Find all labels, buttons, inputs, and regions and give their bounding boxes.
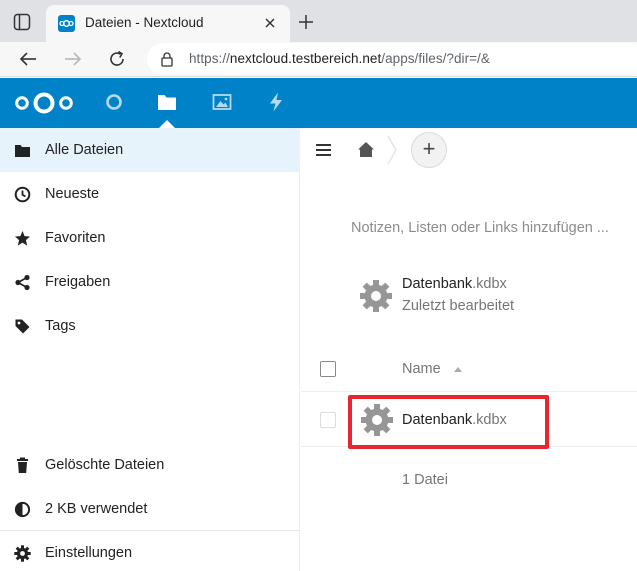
sort-ascending-icon — [454, 367, 462, 372]
sidebar-item-label: Favoriten — [45, 230, 106, 246]
breadcrumb-separator-icon — [387, 135, 397, 165]
file-basename: Datenbank — [402, 276, 473, 292]
nextcloud-logo-icon[interactable] — [13, 88, 75, 118]
file-list-header: Name — [301, 348, 637, 392]
file-extension: .kdbx — [472, 276, 507, 292]
quota-icon — [14, 501, 31, 518]
photos-icon[interactable] — [211, 91, 233, 113]
reload-icon[interactable] — [106, 48, 128, 70]
app-navigation: Alle Dateien Neueste Favoriten Freigaben… — [0, 128, 300, 571]
tag-icon — [15, 319, 30, 334]
trash-icon — [17, 457, 28, 473]
sidebar-item-quota: 2 KB verwendet — [0, 487, 300, 531]
column-header-name[interactable]: Name — [402, 361, 441, 377]
select-all-checkbox[interactable] — [320, 361, 336, 377]
new-tab-icon[interactable] — [297, 13, 315, 31]
active-app-indicator — [159, 120, 175, 128]
address-bar[interactable]: https://nextcloud.testbereich.net/apps/f… — [147, 43, 637, 75]
share-icon — [15, 274, 30, 291]
sidebar-item-label: Tags — [45, 318, 76, 334]
close-tab-icon[interactable] — [262, 15, 278, 31]
folder-icon — [15, 145, 30, 157]
tab-actions-icon[interactable] — [13, 13, 31, 31]
sidebar-item-label: Alle Dateien — [45, 142, 124, 158]
clock-icon — [14, 186, 31, 203]
back-arrow-icon[interactable] — [17, 48, 39, 70]
file-count-summary: 1 Datei — [402, 472, 448, 488]
activity-icon[interactable] — [265, 91, 287, 113]
home-icon[interactable] — [357, 141, 375, 158]
sidebar-item-favorites[interactable]: Favoriten — [0, 216, 300, 260]
row-checkbox[interactable] — [320, 412, 336, 428]
sidebar-item-label: Freigaben — [45, 274, 111, 290]
browser-tab[interactable]: Dateien - Nextcloud — [46, 5, 290, 42]
file-type-settings-icon — [360, 280, 392, 312]
dashboard-icon[interactable] — [103, 91, 125, 113]
lock-icon[interactable] — [159, 51, 175, 67]
add-new-button[interactable]: + — [411, 132, 447, 168]
url-text: https://nextcloud.testbereich.net/apps/f… — [189, 51, 490, 66]
recent-file-name: Datenbank.kdbx — [402, 276, 507, 292]
sidebar-item-deleted-files[interactable]: Gelöschte Dateien — [0, 443, 300, 487]
url-scheme: https:// — [189, 51, 230, 66]
forward-arrow-icon[interactable] — [62, 48, 84, 70]
sidebar-item-label: Neueste — [45, 186, 100, 202]
rich-workspace-placeholder[interactable]: Notizen, Listen oder Links hinzufügen ..… — [351, 220, 609, 236]
files-icon[interactable] — [156, 91, 178, 113]
sidebar-item-settings[interactable]: Einstellungen — [0, 531, 300, 571]
files-content: + Notizen, Listen oder Links hinzufügen … — [301, 128, 637, 571]
recent-file-subtitle: Zuletzt bearbeitet — [402, 298, 515, 314]
browser-toolbar: https://nextcloud.testbereich.net/apps/f… — [0, 42, 637, 77]
sidebar-item-recent[interactable]: Neueste — [0, 172, 300, 216]
browser-tab-strip: Dateien - Nextcloud — [0, 0, 637, 42]
plus-icon: + — [422, 136, 436, 161]
url-host: nextcloud.testbereich.net — [229, 51, 382, 66]
star-icon — [15, 231, 30, 246]
sidebar-item-all-files[interactable]: Alle Dateien — [0, 128, 300, 172]
recent-file-card[interactable]: Datenbank.kdbx Zuletzt bearbeitet — [359, 273, 629, 319]
menu-toggle-icon[interactable] — [316, 143, 331, 157]
sidebar-item-label: Gelöschte Dateien — [45, 457, 165, 473]
sidebar-item-label: Einstellungen — [45, 545, 133, 561]
gear-icon — [14, 545, 31, 562]
sidebar-item-shares[interactable]: Freigaben — [0, 260, 300, 304]
tab-title: Dateien - Nextcloud — [85, 15, 204, 30]
highlight-annotation-box — [348, 395, 549, 449]
nextcloud-header — [0, 78, 637, 128]
sidebar-item-tags[interactable]: Tags — [0, 304, 300, 348]
quota-label: 2 KB verwendet — [45, 501, 148, 517]
url-path: /apps/files/?dir=/& — [381, 51, 490, 66]
nextcloud-favicon-icon — [58, 15, 75, 32]
